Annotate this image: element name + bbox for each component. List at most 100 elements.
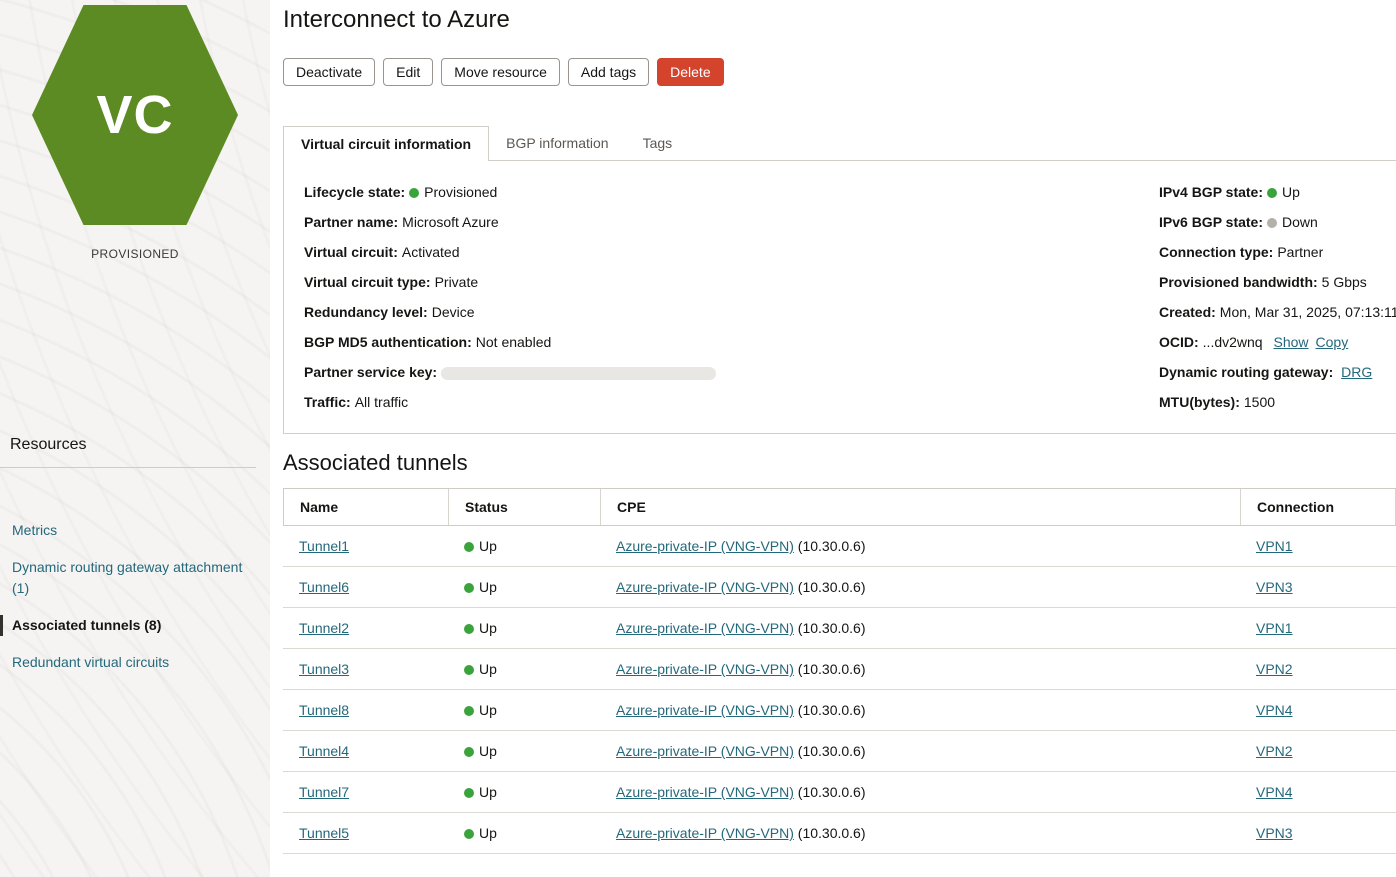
connection-link[interactable]: VPN4 [1256, 784, 1293, 800]
field-label: Virtual circuit type: [304, 274, 431, 290]
tunnel-link[interactable]: Tunnel1 [299, 538, 349, 554]
action-button[interactable]: Edit [383, 58, 434, 86]
virtual-circuit-hexagon-icon: VC [32, 5, 238, 225]
detail-field: MTU(bytes): 1500 [1159, 393, 1396, 412]
tunnel-connection-cell: VPN3 [1240, 567, 1396, 607]
status-text: Up [479, 743, 497, 759]
connection-link[interactable]: VPN1 [1256, 538, 1293, 554]
tunnel-link[interactable]: Tunnel7 [299, 784, 349, 800]
tunnel-cpe-cell: Azure-private-IP (VNG-VPN) (10.30.0.6) [600, 731, 1240, 771]
tunnel-cpe-cell: Azure-private-IP (VNG-VPN) (10.30.0.6) [600, 649, 1240, 689]
detail-field: Partner service key: [304, 363, 1159, 382]
detail-field: OCID: ...dv2wnq Show Copy [1159, 333, 1396, 352]
tunnel-name-cell: Tunnel7 [283, 772, 448, 812]
tab[interactable]: BGP information [489, 126, 625, 160]
tunnel-connection-cell: VPN4 [1240, 690, 1396, 730]
status-dot [464, 542, 474, 552]
action-button[interactable]: Deactivate [283, 58, 376, 86]
field-label: IPv6 BGP state: [1159, 214, 1264, 230]
connection-link[interactable]: VPN3 [1256, 825, 1293, 841]
tunnel-link[interactable]: Tunnel6 [299, 579, 349, 595]
status-dot [464, 624, 474, 634]
action-button[interactable]: Delete [657, 58, 724, 86]
status-dot [1267, 218, 1278, 228]
field-value: Down [1282, 214, 1318, 230]
field-label: Dynamic routing gateway: [1159, 364, 1334, 380]
field-value: Private [434, 274, 479, 290]
connection-link[interactable]: VPN2 [1256, 661, 1293, 677]
cpe-ip: (10.30.0.6) [797, 661, 866, 677]
tab-bar: Virtual circuit information BGP informat… [283, 126, 1396, 161]
connection-link[interactable]: VPN2 [1256, 743, 1293, 759]
action-button[interactable]: Add tags [567, 58, 650, 86]
column-header-status: Status [449, 489, 601, 525]
tunnel-name-cell: Tunnel3 [283, 649, 448, 689]
inline-action-link[interactable]: Copy [1316, 334, 1349, 350]
tunnel-link[interactable]: Tunnel5 [299, 825, 349, 841]
cpe-link[interactable]: Azure-private-IP (VNG-VPN) [616, 784, 794, 800]
cpe-link[interactable]: Azure-private-IP (VNG-VPN) [616, 661, 794, 677]
cpe-link[interactable]: Azure-private-IP (VNG-VPN) [616, 620, 794, 636]
tunnel-link[interactable]: Tunnel2 [299, 620, 349, 636]
details-right-column: IPv4 BGP state: Up IPv6 BGP state: Down Co… [1159, 183, 1396, 423]
virtual-circuit-information-panel: Lifecycle state: Provisioned Partner name… [283, 160, 1396, 434]
cpe-ip: (10.30.0.6) [797, 743, 866, 759]
status-text: Up [479, 620, 497, 636]
tunnel-link[interactable]: Tunnel4 [299, 743, 349, 759]
cpe-link[interactable]: Azure-private-IP (VNG-VPN) [616, 702, 794, 718]
tunnel-cpe-cell: Azure-private-IP (VNG-VPN) (10.30.0.6) [600, 608, 1240, 648]
action-button[interactable]: Move resource [441, 58, 560, 86]
field-value: All traffic [354, 394, 409, 410]
tunnel-name-cell: Tunnel1 [283, 526, 448, 566]
sidebar-resource-item[interactable]: Redundant virtual circuits [0, 652, 256, 673]
tunnel-name-cell: Tunnel5 [283, 813, 448, 853]
field-value: 5 Gbps [1321, 274, 1367, 290]
tunnel-name-cell: Tunnel8 [283, 690, 448, 730]
field-label: OCID: [1159, 334, 1199, 350]
sidebar-resource-item[interactable]: Dynamic routing gateway attachment (1) [0, 557, 256, 599]
tunnel-connection-cell: VPN1 [1240, 526, 1396, 566]
sidebar: VC PROVISIONED Resources Metrics Dynamic… [0, 0, 270, 877]
cpe-link[interactable]: Azure-private-IP (VNG-VPN) [616, 538, 794, 554]
tunnel-connection-cell: VPN2 [1240, 731, 1396, 771]
tunnel-link[interactable]: Tunnel3 [299, 661, 349, 677]
connection-link[interactable]: VPN4 [1256, 702, 1293, 718]
tunnel-name-cell: Tunnel4 [283, 731, 448, 771]
connection-link[interactable]: VPN1 [1256, 620, 1293, 636]
field-label: Redundancy level: [304, 304, 428, 320]
field-label: Provisioned bandwidth: [1159, 274, 1318, 290]
cpe-ip: (10.30.0.6) [797, 702, 866, 718]
tunnels-table: Name Status CPE Connection Tunnel1 Up Az… [283, 488, 1396, 854]
inline-action-link[interactable]: Show [1274, 334, 1309, 350]
tunnel-cpe-cell: Azure-private-IP (VNG-VPN) (10.30.0.6) [600, 690, 1240, 730]
connection-link[interactable]: VPN3 [1256, 579, 1293, 595]
cpe-link[interactable]: Azure-private-IP (VNG-VPN) [616, 825, 794, 841]
detail-field: Dynamic routing gateway: DRG [1159, 363, 1396, 382]
tab[interactable]: Virtual circuit information [283, 126, 490, 161]
cpe-link[interactable]: Azure-private-IP (VNG-VPN) [616, 743, 794, 759]
field-label: Virtual circuit: [304, 244, 398, 260]
detail-field: IPv4 BGP state: Up [1159, 183, 1396, 202]
tunnel-name-cell: Tunnel6 [283, 567, 448, 607]
tunnel-cpe-cell: Azure-private-IP (VNG-VPN) (10.30.0.6) [600, 567, 1240, 607]
status-dot [464, 706, 474, 716]
sidebar-resource-item[interactable]: Associated tunnels (8) [0, 615, 256, 636]
field-value-link[interactable]: DRG [1341, 364, 1372, 380]
detail-field: Virtual circuit: Activated [304, 243, 1159, 262]
status-text: Up [479, 702, 497, 718]
detail-field: Connection type: Partner [1159, 243, 1396, 262]
detail-field: Redundancy level: Device [304, 303, 1159, 322]
tunnel-connection-cell: VPN4 [1240, 772, 1396, 812]
sidebar-resource-item[interactable]: Metrics [0, 520, 256, 541]
status-text: Up [479, 825, 497, 841]
field-value: Not enabled [475, 334, 552, 350]
tunnel-link[interactable]: Tunnel8 [299, 702, 349, 718]
field-value: Device [431, 304, 475, 320]
status-text: Up [479, 661, 497, 677]
tab[interactable]: Tags [626, 126, 690, 160]
field-value: ...dv2wnq [1202, 334, 1263, 350]
status-dot [464, 788, 474, 798]
detail-field: Created: Mon, Mar 31, 2025, 07:13:11 [1159, 303, 1396, 322]
tunnel-status-cell: Up [448, 608, 600, 648]
cpe-link[interactable]: Azure-private-IP (VNG-VPN) [616, 579, 794, 595]
